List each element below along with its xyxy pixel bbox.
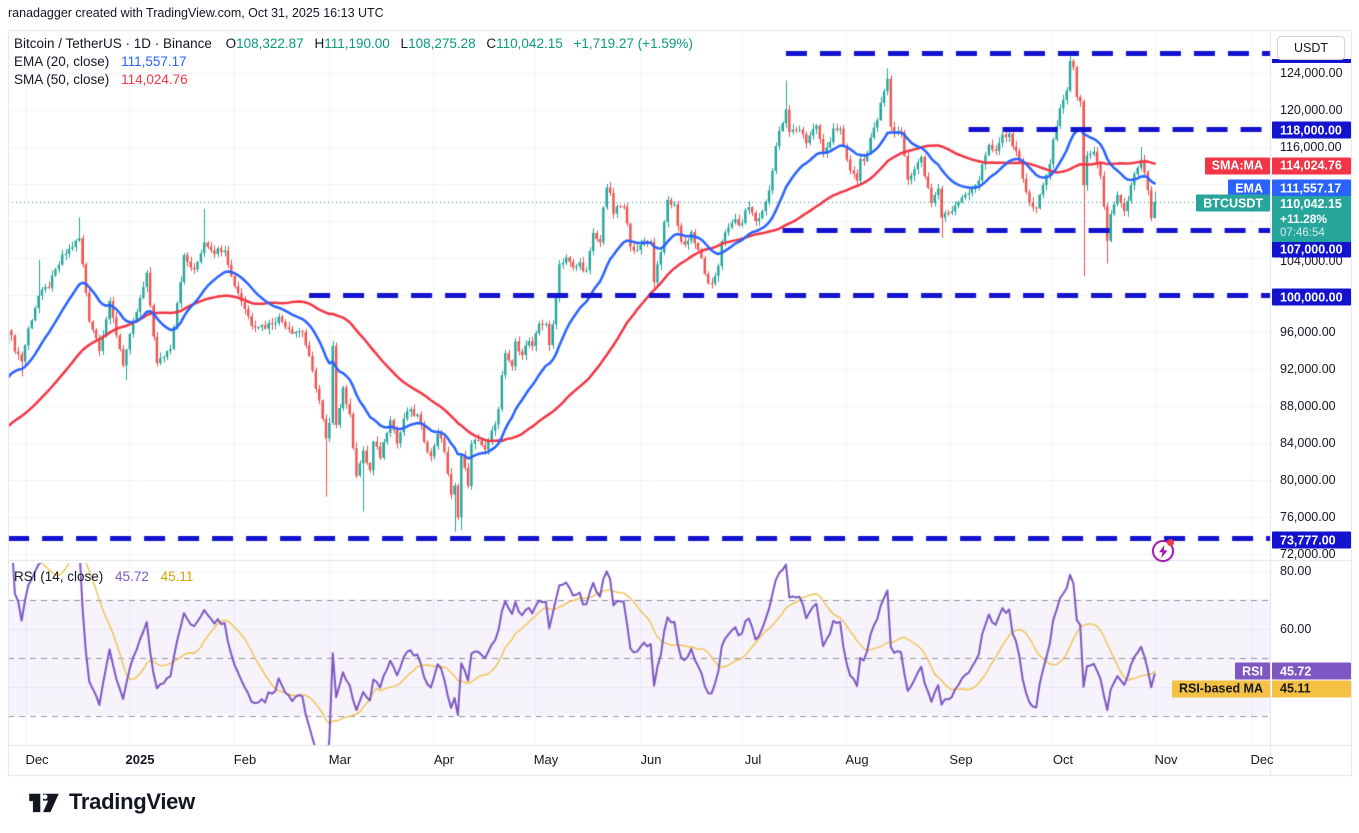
time-axis-label: Jun	[641, 752, 662, 767]
price-level-badge: 100,000.00	[1272, 289, 1351, 306]
price-axis-label: 76,000.00	[1280, 510, 1336, 524]
price-level-badge: 73,777.00	[1272, 532, 1351, 549]
price-axis-label: 80.00	[1280, 564, 1311, 578]
time-axis-label: Nov	[1154, 752, 1177, 767]
rsi-legend-row[interactable]: RSI (14, close) 45.72 45.11	[14, 569, 193, 584]
time-axis-label: Sep	[949, 752, 972, 767]
price-level-badge: 118,000.00	[1272, 122, 1351, 139]
price-axis-label: 60.00	[1280, 622, 1311, 636]
price-axis-label: 92,000.00	[1280, 362, 1336, 376]
time-axis-label: Dec	[25, 752, 48, 767]
price-axis-label: 72,000.00	[1280, 547, 1336, 561]
high-label: H	[314, 36, 324, 51]
sma-label: SMA (50, close)	[14, 72, 109, 87]
change-value: +1,719.27 (+1.59%)	[574, 36, 693, 51]
chart-legend: Bitcoin / TetherUS · 1D · Binance O108,3…	[14, 36, 693, 90]
tradingview-brand-text: TradingView	[69, 789, 195, 815]
high-value: 111,190.00	[324, 36, 390, 51]
rsi-tag: RSI	[1235, 663, 1270, 680]
price-axis-label: 124,000.00	[1280, 66, 1343, 80]
price-unit-button[interactable]: USDT	[1277, 36, 1345, 60]
open-label: O	[226, 36, 237, 51]
close-label: C	[486, 36, 496, 51]
indicator-value-badge: 45.72	[1272, 663, 1351, 680]
indicator-value-badge: 111,557.17	[1272, 180, 1351, 197]
price-axis-label: 116,000.00	[1280, 140, 1342, 154]
low-value: 108,275.28	[408, 36, 476, 51]
time-axis-label: Aug	[845, 752, 868, 767]
tradingview-mark-icon	[28, 790, 60, 814]
close-value: 110,042.15	[496, 36, 563, 51]
time-axis-label: Dec	[1250, 752, 1273, 767]
rsi-value: 45.72	[115, 569, 149, 584]
symbol-title[interactable]: Bitcoin / TetherUS · 1D · Binance	[14, 36, 212, 51]
rsi-label: RSI (14, close)	[14, 569, 103, 584]
sma-legend-row[interactable]: SMA (50, close) 114,024.76	[14, 72, 693, 88]
sma-value: 114,024.76	[121, 72, 188, 87]
indicator-value-badge: 45.11	[1272, 680, 1351, 697]
notification-dot	[1167, 539, 1174, 546]
price-axis-label: 96,000.00	[1280, 325, 1336, 339]
time-axis-label: Jul	[745, 752, 762, 767]
symbol-tag: BTCUSDT	[1196, 195, 1270, 212]
lightning-icon	[1158, 545, 1169, 558]
credit-text: ranadagger created with TradingView.com,…	[8, 6, 384, 20]
tradingview-logo[interactable]: TradingView	[28, 789, 195, 815]
time-axis-label: 2025	[126, 752, 155, 767]
symbol-legend-row[interactable]: Bitcoin / TetherUS · 1D · Binance O108,3…	[14, 36, 693, 52]
flash-events-button[interactable]	[1152, 540, 1174, 562]
time-axis-label: Oct	[1053, 752, 1073, 767]
sma-ma-tag: SMA:MA	[1205, 157, 1270, 174]
rsi-based-ma-tag: RSI-based MA	[1172, 680, 1270, 697]
time-axis-label: Feb	[234, 752, 256, 767]
ema-label: EMA (20, close)	[14, 54, 109, 69]
current-price-badge: 110,042.15+11.28%07:46:54	[1272, 196, 1351, 242]
price-axis-label: 120,000.00	[1280, 103, 1343, 117]
price-axis-label: 84,000.00	[1280, 436, 1336, 450]
price-axis-label: 80,000.00	[1280, 473, 1336, 487]
low-label: L	[401, 36, 409, 51]
ema-value: 111,557.17	[121, 54, 187, 69]
indicator-value-badge: 114,024.76	[1272, 157, 1351, 174]
rsi-ma-value: 45.11	[161, 569, 194, 584]
time-axis-label: Apr	[434, 752, 454, 767]
ema-legend-row[interactable]: EMA (20, close) 111,557.17	[14, 54, 693, 70]
open-value: 108,322.87	[236, 36, 304, 51]
time-axis-label: Mar	[329, 752, 351, 767]
price-axis-label: 88,000.00	[1280, 399, 1336, 413]
time-axis-label: May	[534, 752, 559, 767]
price-level-badge: 107,000.00	[1272, 241, 1351, 258]
